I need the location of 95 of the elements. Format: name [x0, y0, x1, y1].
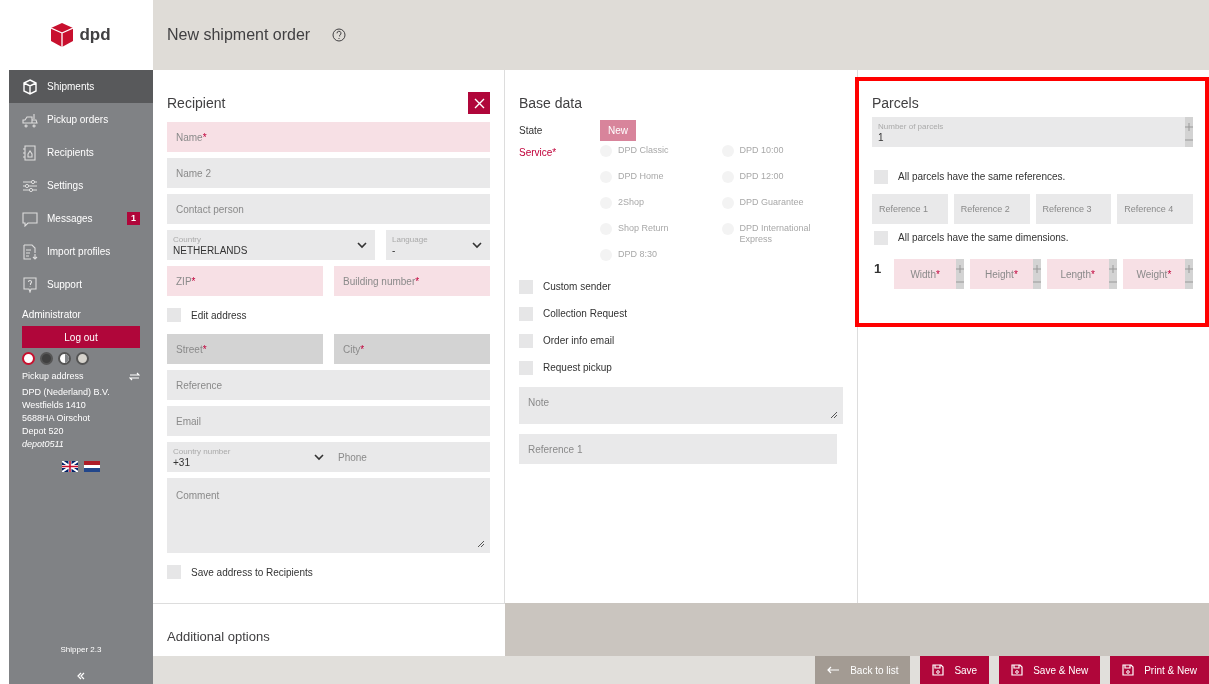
uk-flag-icon[interactable]	[62, 460, 78, 472]
chevron-down-icon	[472, 241, 482, 249]
input-field[interactable]: Building number*	[334, 266, 490, 296]
checkbox[interactable]	[874, 230, 888, 245]
user-role: Administrator	[22, 308, 82, 322]
checkbox-label: Edit address	[191, 308, 247, 323]
floppy-disk-icon	[932, 664, 945, 676]
help-bubble-icon	[22, 276, 38, 293]
text-area[interactable]: Comment	[167, 478, 490, 553]
close-button[interactable]	[468, 92, 490, 114]
action-button[interactable]: Save	[920, 656, 990, 684]
input-field[interactable]: Length*	[1046, 259, 1109, 289]
text-area[interactable]: Note	[519, 387, 843, 424]
action-button[interactable]: Back to list	[815, 656, 911, 684]
nav-item[interactable]: Recipients	[9, 136, 153, 169]
checkbox-label: Order info email	[543, 334, 615, 348]
stepper-buttons[interactable]	[1185, 117, 1193, 147]
checkbox[interactable]	[167, 565, 181, 579]
input-field[interactable]: Reference 2	[953, 194, 1030, 224]
swap-icon[interactable]	[129, 372, 140, 382]
input-field[interactable]: Reference	[167, 370, 490, 400]
checkbox-label: All parcels have the same references.	[898, 170, 1066, 184]
action-button[interactable]: Save & New	[999, 656, 1101, 684]
nav-item[interactable]: Pickup orders	[9, 103, 153, 136]
action-button[interactable]: Print & New	[1110, 656, 1209, 684]
section-title: Recipient	[167, 93, 226, 113]
arrow-left-icon	[827, 666, 841, 674]
logo-cube-icon	[51, 23, 74, 47]
speech-bubble-icon	[22, 210, 38, 227]
nav-item[interactable]: Messages 1	[9, 202, 153, 235]
floppy-disk-icon	[1122, 664, 1135, 676]
input-field[interactable]: Reference 4	[1117, 194, 1193, 224]
depot-code: depot0511	[22, 437, 65, 451]
field-label: Service*	[519, 146, 558, 160]
checkbox-label: Save address to Recipients	[191, 565, 313, 580]
chevron-down-icon	[357, 241, 367, 249]
checkbox-label: All parcels have the same dimensions.	[898, 231, 1069, 245]
chevron-down-icon	[314, 453, 324, 461]
checkbox[interactable]	[519, 279, 533, 294]
truck-icon	[22, 111, 38, 128]
theme-swatch[interactable]	[58, 352, 71, 365]
pickup-label: Pickup address	[22, 370, 84, 383]
sliders-icon	[22, 177, 38, 194]
box-icon	[22, 78, 38, 95]
floppy-disk-icon	[1011, 664, 1024, 676]
contact-book-icon	[22, 144, 38, 161]
row-number: 1	[873, 260, 883, 278]
input-field[interactable]: Width*	[894, 259, 957, 289]
resize-handle-icon[interactable]	[830, 411, 838, 419]
input-field[interactable]: Contact person	[167, 194, 490, 224]
input-field[interactable]: Height*	[970, 259, 1033, 289]
collapse-icon[interactable]	[77, 672, 85, 680]
nav-item[interactable]: Shipments	[9, 70, 153, 103]
theme-swatch[interactable]	[76, 352, 89, 365]
input-field[interactable]: Name 2	[167, 158, 490, 188]
input-field[interactable]: Email	[167, 406, 490, 436]
logout-button[interactable]: Log out	[22, 326, 140, 348]
input-field[interactable]: Phone	[332, 442, 490, 472]
input-field[interactable]: Reference 1	[872, 194, 948, 224]
checkbox[interactable]	[519, 333, 533, 348]
theme-swatch[interactable]	[22, 352, 35, 365]
input-field[interactable]: Reference 3	[1035, 194, 1112, 224]
checkbox-label: Collection Request	[543, 307, 627, 321]
stepper-buttons[interactable]	[1108, 259, 1117, 289]
dutch-flag-icon[interactable]	[84, 460, 100, 472]
checkbox-label: Request pickup	[543, 361, 612, 375]
section-title: Parcels	[872, 93, 920, 113]
nav-item[interactable]: Import profiles	[9, 235, 153, 268]
stepper-buttons[interactable]	[1185, 259, 1193, 289]
input-field[interactable]: ZIP*	[167, 266, 323, 296]
nav-item[interactable]: Settings	[9, 169, 153, 202]
checkbox[interactable]	[874, 169, 888, 184]
checkbox[interactable]	[519, 360, 533, 375]
theme-swatch[interactable]	[40, 352, 53, 365]
section-title: Additional options	[167, 628, 270, 647]
input-field[interactable]: Name*	[167, 122, 490, 152]
status-badge: New	[600, 120, 636, 141]
page-title: New shipment order	[167, 25, 311, 45]
input-field[interactable]: Weight*	[1122, 259, 1185, 289]
resize-handle-icon[interactable]	[477, 540, 485, 548]
input-field[interactable]: Reference 1	[519, 434, 837, 464]
version-label: Shipper 2.3	[60, 644, 102, 656]
section-title: Base data	[519, 93, 584, 113]
checkbox[interactable]	[167, 308, 181, 322]
logo-text: dpd	[79, 24, 111, 47]
field-label: State	[519, 124, 544, 138]
checkbox-label: Custom sender	[543, 280, 611, 294]
nav-item[interactable]: Support	[9, 268, 153, 301]
close-icon	[473, 97, 485, 109]
checkbox[interactable]	[519, 306, 533, 321]
count-badge: 1	[127, 211, 140, 226]
stepper-buttons[interactable]	[956, 259, 965, 289]
help-icon[interactable]	[332, 28, 347, 42]
document-import-icon	[22, 243, 38, 260]
stepper-buttons[interactable]	[1032, 259, 1041, 289]
